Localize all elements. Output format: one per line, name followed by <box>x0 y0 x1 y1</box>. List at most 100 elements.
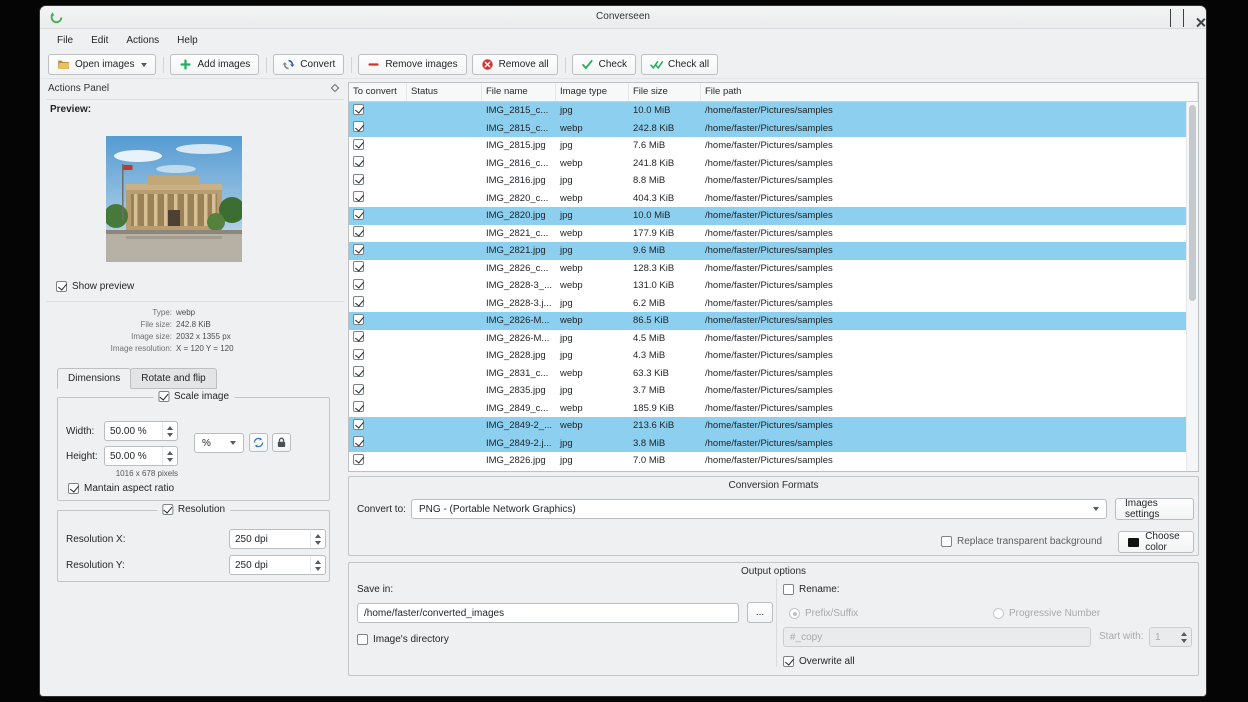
lock-aspect-button[interactable] <box>272 433 291 452</box>
to-convert-checkbox[interactable] <box>353 296 364 307</box>
spin-arrows-icon[interactable] <box>162 447 177 465</box>
menu-actions[interactable]: Actions <box>117 32 168 49</box>
table-row[interactable]: IMG_2820_c...webp404.3 KiB/home/faster/P… <box>349 190 1186 208</box>
unit-combobox[interactable]: % <box>194 433 244 453</box>
column-image-type[interactable]: Image type <box>556 83 629 101</box>
table-row[interactable]: IMG_2828.jpgjpg4.3 MiB/home/faster/Pictu… <box>349 347 1186 365</box>
table-row[interactable]: IMG_2849-2_...webp213.6 KiB/home/faster/… <box>349 417 1186 435</box>
column-file-path[interactable]: File path <box>701 83 1198 101</box>
minimize-icon[interactable] <box>1170 9 1171 27</box>
column-to-convert[interactable]: To convert <box>349 83 407 101</box>
table-row[interactable]: IMG_2826-M...webp86.5 KiB/home/faster/Pi… <box>349 312 1186 330</box>
table-row[interactable]: IMG_2815.jpgjpg7.6 MiB/home/faster/Pictu… <box>349 137 1186 155</box>
convert-button[interactable]: Convert <box>273 54 344 75</box>
choose-color-button[interactable]: Choose color <box>1118 531 1194 553</box>
add-images-button[interactable]: Add images <box>170 54 259 75</box>
table-row[interactable]: IMG_2849-2.j...jpg3.8 MiB/home/faster/Pi… <box>349 435 1186 453</box>
table-row[interactable]: IMG_2849_c...webp185.9 KiB/home/faster/P… <box>349 400 1186 418</box>
maintain-aspect-checkbox[interactable]: Mantain aspect ratio <box>68 483 174 494</box>
remove-all-button[interactable]: Remove all <box>472 54 558 75</box>
progressive-number-radio[interactable]: Progressive Number <box>993 608 1100 619</box>
to-convert-checkbox[interactable] <box>353 366 364 377</box>
tab-dimensions[interactable]: Dimensions <box>57 368 131 389</box>
float-panel-icon[interactable] <box>331 84 339 92</box>
spin-arrows-icon[interactable] <box>310 556 325 574</box>
show-preview-checkbox[interactable]: Show preview <box>56 281 134 292</box>
check-all-button[interactable]: Check all <box>641 54 718 75</box>
height-spinbox[interactable]: 50.00 % <box>104 446 178 466</box>
scrollbar-thumb[interactable] <box>1189 105 1196 301</box>
replace-background-checkbox[interactable]: Replace transparent background <box>941 536 1102 547</box>
table-row[interactable]: IMG_2816_c...webp241.8 KiB/home/faster/P… <box>349 155 1186 173</box>
to-convert-checkbox[interactable] <box>353 244 364 255</box>
rename-checkbox[interactable]: Rename: <box>783 584 840 595</box>
table-header[interactable]: To convert Status File name Image type F… <box>349 83 1198 102</box>
table-row[interactable]: IMG_2821_c...webp177.9 KiB/home/faster/P… <box>349 225 1186 243</box>
converseen-window: Converseen FileEditActionsHelp Open imag… <box>40 6 1206 696</box>
table-row[interactable]: IMG_2831_c...webp63.3 KiB/home/faster/Pi… <box>349 365 1186 383</box>
to-convert-checkbox[interactable] <box>353 384 364 395</box>
to-convert-checkbox[interactable] <box>353 226 364 237</box>
spin-arrows-icon[interactable] <box>310 530 325 548</box>
menu-help[interactable]: Help <box>168 32 207 49</box>
resolution-checkbox[interactable]: Resolution <box>162 504 225 515</box>
table-row[interactable]: IMG_2828-3.j...jpg6.2 MiB/home/faster/Pi… <box>349 295 1186 313</box>
prefix-suffix-radio[interactable]: Prefix/Suffix <box>789 608 858 619</box>
to-convert-checkbox[interactable] <box>353 331 364 342</box>
save-path-input[interactable]: /home/faster/converted_images <box>357 603 739 623</box>
menu-file[interactable]: File <box>48 32 82 49</box>
to-convert-checkbox[interactable] <box>353 121 364 132</box>
to-convert-checkbox[interactable] <box>353 139 364 150</box>
browse-button[interactable]: ... <box>747 602 773 623</box>
to-convert-checkbox[interactable] <box>353 314 364 325</box>
to-convert-checkbox[interactable] <box>353 261 364 272</box>
to-convert-checkbox[interactable] <box>353 279 364 290</box>
refresh-button[interactable] <box>249 433 268 452</box>
to-convert-checkbox[interactable] <box>353 436 364 447</box>
tab-rotate-flip[interactable]: Rotate and flip <box>130 368 217 389</box>
to-convert-checkbox[interactable] <box>353 156 364 167</box>
to-convert-checkbox[interactable] <box>353 401 364 412</box>
checkbox-indicator <box>941 536 952 547</box>
file-name-cell: IMG_2826_c... <box>482 263 556 274</box>
to-convert-checkbox[interactable] <box>353 454 364 465</box>
table-row[interactable]: IMG_2826_c...webp128.3 KiB/home/faster/P… <box>349 260 1186 278</box>
width-spinbox[interactable]: 50.00 % <box>104 421 178 441</box>
column-status[interactable]: Status <box>407 83 482 101</box>
check-button[interactable]: Check <box>572 54 636 75</box>
spin-arrows-icon[interactable] <box>1176 628 1191 646</box>
table-row[interactable]: IMG_2826.jpgjpg7.0 MiB/home/faster/Pictu… <box>349 452 1186 470</box>
resolution-y-spinbox[interactable]: 250 dpi <box>229 555 326 575</box>
to-convert-checkbox[interactable] <box>353 419 364 430</box>
start-with-spinbox[interactable]: 1 <box>1149 627 1192 647</box>
scale-image-checkbox[interactable]: Scale image <box>158 391 229 402</box>
table-row[interactable]: IMG_2835.jpgjpg3.7 MiB/home/faster/Pictu… <box>349 382 1186 400</box>
maximize-icon[interactable] <box>1183 9 1184 27</box>
resolution-x-spinbox[interactable]: 250 dpi <box>229 529 326 549</box>
to-convert-checkbox[interactable] <box>353 191 364 202</box>
column-file-size[interactable]: File size <box>629 83 701 101</box>
rename-pattern-input[interactable]: #_copy <box>783 627 1091 647</box>
remove-images-button[interactable]: Remove images <box>358 54 466 75</box>
table-row[interactable]: IMG_2815_c...jpg10.0 MiB/home/faster/Pic… <box>349 102 1186 120</box>
vertical-scrollbar[interactable] <box>1186 102 1198 471</box>
spin-arrows-icon[interactable] <box>162 422 177 440</box>
titlebar[interactable]: Converseen <box>40 6 1206 29</box>
table-row[interactable]: IMG_2816.jpgjpg8.8 MiB/home/faster/Pictu… <box>349 172 1186 190</box>
to-convert-checkbox[interactable] <box>353 174 364 185</box>
to-convert-checkbox[interactable] <box>353 104 364 115</box>
column-file-name[interactable]: File name <box>482 83 556 101</box>
table-row[interactable]: IMG_2815_c...webp242.8 KiB/home/faster/P… <box>349 120 1186 138</box>
table-row[interactable]: IMG_2826-M...jpg4.5 MiB/home/faster/Pict… <box>349 330 1186 348</box>
to-convert-checkbox[interactable] <box>353 349 364 360</box>
to-convert-checkbox[interactable] <box>353 209 364 220</box>
images-directory-checkbox[interactable]: Image's directory <box>357 634 449 645</box>
overwrite-all-checkbox[interactable]: Overwrite all <box>783 656 855 667</box>
menu-edit[interactable]: Edit <box>82 32 117 49</box>
table-row[interactable]: IMG_2828-3_...webp131.0 KiB/home/faster/… <box>349 277 1186 295</box>
table-row[interactable]: IMG_2821.jpgjpg9.6 MiB/home/faster/Pictu… <box>349 242 1186 260</box>
open-images-button[interactable]: Open images <box>48 54 156 75</box>
table-row[interactable]: IMG_2820.jpgjpg10.0 MiB/home/faster/Pict… <box>349 207 1186 225</box>
images-settings-button[interactable]: Images settings <box>1115 498 1194 520</box>
format-combobox[interactable]: PNG - (Portable Network Graphics) <box>411 499 1107 519</box>
